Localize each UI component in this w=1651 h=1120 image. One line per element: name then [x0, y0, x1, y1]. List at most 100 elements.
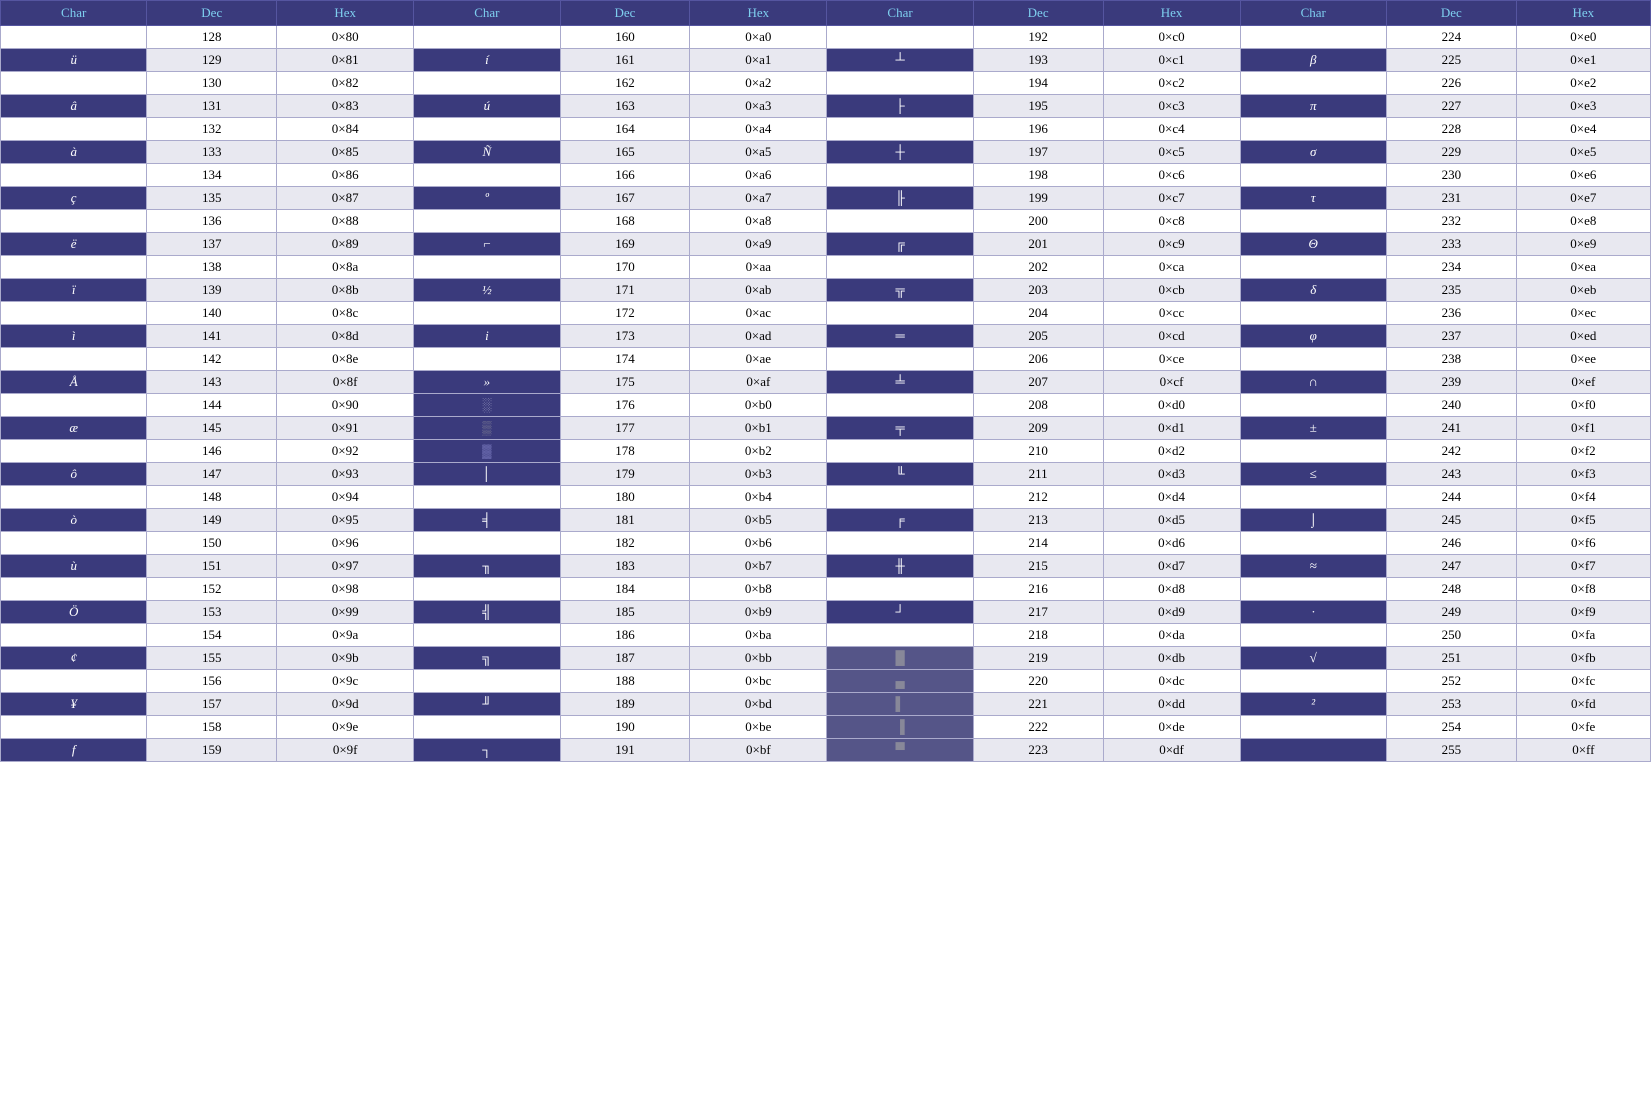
char-cell: ê [1, 210, 147, 233]
hex-cell: 0×e3 [1516, 95, 1650, 118]
dec-cell: 171 [560, 279, 690, 302]
hex-cell: 0×fb [1516, 647, 1650, 670]
char-cell: ≥ [1240, 440, 1386, 463]
char-cell: ⌡ [1240, 509, 1386, 532]
hex-cell: 0×a6 [690, 164, 827, 187]
hex-cell: 0×f9 [1516, 601, 1650, 624]
table-row: ê1360×88¿1680×a8╚2000×c8Φ2320×e8 [1, 210, 1651, 233]
char-cell: ⌠ [1240, 486, 1386, 509]
dec-cell: 179 [560, 463, 690, 486]
dec-cell: 200 [973, 210, 1103, 233]
column-header-hex: Hex [690, 1, 827, 26]
char-cell: ╥ [827, 440, 973, 463]
char-cell: Σ [1240, 118, 1386, 141]
char-cell: ┼ [827, 141, 973, 164]
char-cell: ─ [827, 118, 973, 141]
dec-cell: 246 [1386, 532, 1516, 555]
char-cell: ñ [414, 118, 560, 141]
hex-cell: 0×ec [1516, 302, 1650, 325]
dec-cell: 219 [973, 647, 1103, 670]
dec-cell: 247 [1386, 555, 1516, 578]
dec-cell: 242 [1386, 440, 1516, 463]
hex-cell: 0×d4 [1103, 486, 1240, 509]
char-cell: ╫ [827, 555, 973, 578]
hex-cell: 0×c5 [1103, 141, 1240, 164]
dec-cell: 147 [147, 463, 277, 486]
dec-cell: 149 [147, 509, 277, 532]
hex-cell: 0×fe [1516, 716, 1650, 739]
char-cell: φ [1240, 325, 1386, 348]
hex-cell: 0×b6 [690, 532, 827, 555]
char-cell: ≡ [1240, 394, 1386, 417]
hex-cell: 0×81 [277, 49, 414, 72]
hex-cell: 0×d9 [1103, 601, 1240, 624]
char-cell: Ç [1, 26, 147, 49]
hex-cell: 0×ce [1103, 348, 1240, 371]
hex-cell: 0×9d [277, 693, 414, 716]
hex-cell: 0×a3 [690, 95, 827, 118]
dec-cell: 251 [1386, 647, 1516, 670]
char-cell: ô [1, 463, 147, 486]
char-cell: • [1240, 624, 1386, 647]
dec-cell: 213 [973, 509, 1103, 532]
table-row: Æ1460×92▓1780×b2╥2100×d2≥2420×f2 [1, 440, 1651, 463]
dec-cell: 211 [973, 463, 1103, 486]
char-cell: ⁿ [1240, 670, 1386, 693]
char-cell: ╩ [827, 256, 973, 279]
dec-cell: 165 [560, 141, 690, 164]
char-cell: · [1240, 601, 1386, 624]
table-row: ç1350×87º1670×a7╟1990×c7τ2310×e7 [1, 187, 1651, 210]
dec-cell: 148 [147, 486, 277, 509]
hex-cell: 0×85 [277, 141, 414, 164]
column-header-char: Char [1, 1, 147, 26]
hex-cell: 0×c9 [1103, 233, 1240, 256]
char-cell: ö [1, 486, 147, 509]
table-row: ö1480×94┤1800×b4╘2120×d4⌠2440×f4 [1, 486, 1651, 509]
dec-cell: 175 [560, 371, 690, 394]
table-row: f1590×9f┐1910×bf▀2230×df2550×ff [1, 739, 1651, 762]
dec-cell: 220 [973, 670, 1103, 693]
hex-cell: 0×a0 [690, 26, 827, 49]
char-cell: ╣ [414, 601, 560, 624]
table-row: Ç1280×80á1600×a0└1920×c0α2240×e0 [1, 26, 1651, 49]
hex-cell: 0×b9 [690, 601, 827, 624]
dec-cell: 255 [1386, 739, 1516, 762]
dec-cell: 209 [973, 417, 1103, 440]
hex-cell: 0×fc [1516, 670, 1650, 693]
char-cell: ╬ [827, 348, 973, 371]
char-cell: ╛ [414, 716, 560, 739]
char-cell: æ [1, 417, 147, 440]
dec-cell: 252 [1386, 670, 1516, 693]
dec-cell: 226 [1386, 72, 1516, 95]
char-cell: Ω [1240, 256, 1386, 279]
column-header-dec: Dec [973, 1, 1103, 26]
char-cell: ╠ [827, 302, 973, 325]
table-row: Ü1540×9a║1860×ba┌2180×da•2500×fa [1, 624, 1651, 647]
char-cell: ≤ [1240, 463, 1386, 486]
char-cell: å [1, 164, 147, 187]
hex-cell: 0×aa [690, 256, 827, 279]
char-cell: ▌ [827, 693, 973, 716]
char-cell: π [1240, 95, 1386, 118]
dec-cell: 192 [973, 26, 1103, 49]
hex-cell: 0×82 [277, 72, 414, 95]
hex-cell: 0×e7 [1516, 187, 1650, 210]
char-cell: ╨ [827, 394, 973, 417]
char-cell: ÿ [1, 578, 147, 601]
hex-cell: 0×e9 [1516, 233, 1650, 256]
hex-cell: 0×ee [1516, 348, 1650, 371]
hex-cell: 0×e6 [1516, 164, 1650, 187]
table-row: Ö1530×99╣1850×b9┘2170×d9·2490×f9 [1, 601, 1651, 624]
dec-cell: 185 [560, 601, 690, 624]
char-cell: ï [1, 279, 147, 302]
hex-cell: 0×a1 [690, 49, 827, 72]
hex-cell: 0×a4 [690, 118, 827, 141]
char-cell: û [1, 532, 147, 555]
char-cell: ½ [414, 279, 560, 302]
dec-cell: 195 [973, 95, 1103, 118]
char-cell: ░ [414, 394, 560, 417]
dec-cell: 129 [147, 49, 277, 72]
hex-cell: 0×8b [277, 279, 414, 302]
char-cell: ¼ [414, 302, 560, 325]
hex-cell: 0×99 [277, 601, 414, 624]
